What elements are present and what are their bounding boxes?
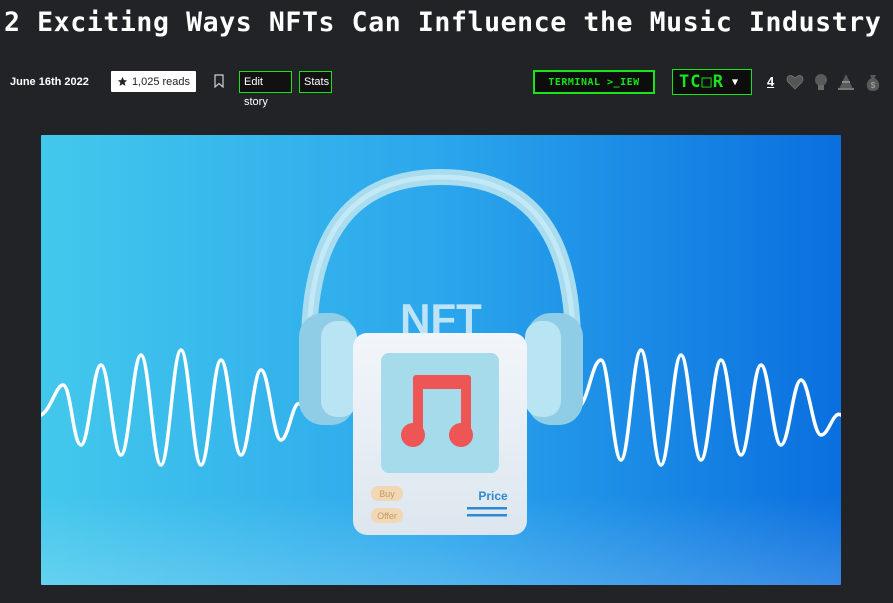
reaction-count[interactable]: 4 (767, 74, 774, 89)
lightbulb-icon[interactable] (811, 72, 831, 92)
star-icon (117, 76, 128, 86)
edit-story-button[interactable]: Edit story (239, 71, 292, 108)
stats-button[interactable]: Stats (299, 71, 332, 93)
hero-image: NFT Buy Offer Price (41, 135, 841, 585)
price-label: Price (478, 489, 508, 503)
offer-label: Offer (377, 511, 397, 521)
bookmark-icon[interactable] (214, 74, 224, 88)
publish-date: June 16th 2022 (10, 76, 89, 88)
reads-badge: 1,025 reads (111, 71, 196, 92)
reads-count: 1,025 reads (131, 75, 191, 88)
tcdr-label: TC□R (679, 72, 724, 92)
article-title: 2 Exciting Ways NFTs Can Influence the M… (4, 7, 882, 38)
money-bag-icon[interactable]: $ (863, 72, 883, 92)
buy-label: Buy (379, 489, 395, 499)
svg-text:$: $ (871, 81, 876, 90)
heart-icon[interactable] (785, 72, 805, 92)
tcdr-dropdown[interactable]: TC□R ▼ (672, 69, 752, 95)
cone-icon[interactable] (836, 72, 856, 92)
chevron-down-icon: ▼ (731, 76, 739, 88)
terminal-view-badge[interactable]: TERMINAL >_IEW (533, 70, 655, 94)
